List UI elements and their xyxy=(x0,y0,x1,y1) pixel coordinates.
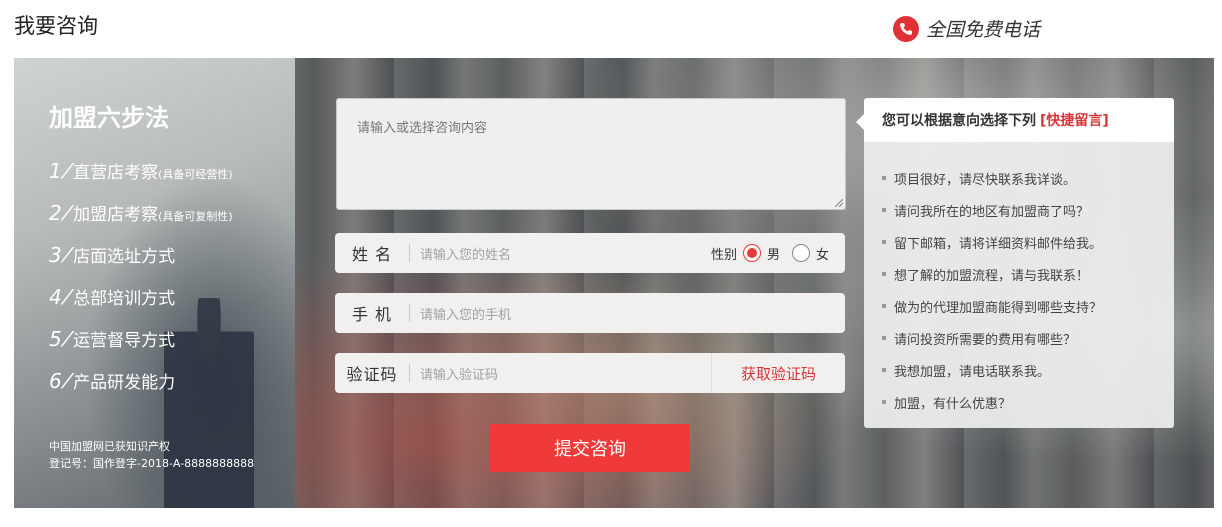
step-item: 2 ⁄ 加盟店考察 (具备可复制性) xyxy=(49,201,233,225)
quick-message-text: 留下邮箱，请将详细资料邮件给我。 xyxy=(894,236,1103,252)
quick-message-item[interactable]: 留下邮箱，请将详细资料邮件给我。 xyxy=(882,226,1174,258)
bullet-icon xyxy=(882,368,886,372)
step-number: 5 xyxy=(49,327,62,351)
quick-message-text: 加盟，有什么优惠？ xyxy=(894,396,1012,412)
step-item: 6 ⁄ 产品研发能力 xyxy=(49,369,176,393)
registration-number: 登记号：国作登字-2018-A-8888888888 xyxy=(49,457,255,470)
step-number: 1 xyxy=(49,159,62,183)
hotline-label: 全国免费电话 xyxy=(926,19,1041,41)
bullet-icon xyxy=(882,176,886,180)
step-note: (具备可复制性) xyxy=(158,210,233,223)
gender-male-radio[interactable] xyxy=(742,244,761,262)
copyright-notice: 中国加盟网已获知识产权 登记号：国作登字-2018-A-8888888888 xyxy=(49,438,254,472)
quick-message-item[interactable]: 想了解的加盟流程，请与我联系！ xyxy=(882,258,1174,290)
gender-female-label[interactable]: 女 xyxy=(816,244,829,263)
steps-panel: 加盟六步法 1 ⁄ 直营店考察 (具备可经营性) 2 ⁄ 加盟店考察 (具备可复制性… xyxy=(14,58,295,508)
captcha-label: 验证码 xyxy=(346,365,398,384)
gender-male-label[interactable]: 男 xyxy=(767,244,780,263)
quick-message-item[interactable]: 做为的代理加盟商能得到哪些支持？ xyxy=(882,290,1174,322)
resize-handle[interactable] xyxy=(835,199,843,207)
step-text: 店面选址方式 xyxy=(73,247,176,267)
quick-heading-text: 您可以根据意向选择下列 xyxy=(882,113,1036,129)
quick-message-text: 想了解的加盟流程，请与我联系！ xyxy=(894,268,1090,284)
step-item: 1 ⁄ 直营店考察 (具备可经营性) xyxy=(49,159,233,183)
pointer-arrow xyxy=(856,114,864,130)
steps-title: 加盟六步法 xyxy=(49,104,169,132)
bullet-icon xyxy=(882,208,886,212)
quick-message-item[interactable]: 我想加盟，请电话联系我。 xyxy=(882,354,1174,386)
bullet-icon xyxy=(882,400,886,404)
page-title: 我要咨询 xyxy=(14,14,98,38)
submit-button[interactable]: 提交咨询 xyxy=(490,424,690,472)
bullet-icon xyxy=(882,240,886,244)
step-text: 加盟店考察 xyxy=(73,205,159,225)
quick-message-heading: 您可以根据意向选择下列 [快捷留言] xyxy=(864,98,1174,142)
quick-message-item[interactable]: 请问我所在的地区有加盟商了吗？ xyxy=(882,194,1174,226)
quick-message-item[interactable]: 项目很好，请尽快联系我详谈。 xyxy=(882,162,1174,194)
step-text: 直营店考察 xyxy=(73,163,159,183)
step-number: 4 xyxy=(49,285,62,309)
step-number: 2 xyxy=(49,201,62,225)
quick-message-text: 我想加盟，请电话联系我。 xyxy=(894,364,1051,380)
name-label: 姓 名 xyxy=(351,245,393,264)
quick-message-link[interactable]: [快捷留言] xyxy=(1040,110,1109,130)
step-text: 总部培训方式 xyxy=(73,289,176,309)
step-number: 6 xyxy=(49,369,62,393)
consult-banner: 加盟六步法 1 ⁄ 直营店考察 (具备可经营性) 2 ⁄ 加盟店考察 (具备可复制性… xyxy=(14,58,1214,508)
name-field[interactable]: 姓 名 请输入您的姓名 性别 男 女 xyxy=(335,233,845,273)
quick-message-item[interactable]: 请问投资所需要的费用有哪些？ xyxy=(882,322,1174,354)
phone-input[interactable]: 请输入您的手机 xyxy=(410,304,845,323)
bullet-icon xyxy=(882,304,886,308)
gender-female-radio[interactable] xyxy=(791,244,810,262)
phone-label: 手 机 xyxy=(351,305,393,324)
quick-message-list: 项目很好，请尽快联系我详谈。 请问我所在的地区有加盟商了吗？ 留下邮箱，请将详细… xyxy=(864,142,1174,418)
step-text: 运营督导方式 xyxy=(73,331,176,351)
quick-message-text: 项目很好，请尽快联系我详谈。 xyxy=(894,172,1077,188)
businessman-figure xyxy=(164,298,254,508)
step-item: 5 ⁄ 运营督导方式 xyxy=(49,327,176,351)
captcha-input[interactable]: 请输入验证码 xyxy=(410,364,711,383)
phone-icon xyxy=(893,15,919,42)
bullet-icon xyxy=(882,336,886,340)
phone-field[interactable]: 手 机 请输入您的手机 xyxy=(335,293,845,333)
step-text: 产品研发能力 xyxy=(73,373,176,393)
quick-message-text: 做为的代理加盟商能得到哪些支持？ xyxy=(894,300,1103,316)
gender-label: 性别 xyxy=(710,247,737,263)
get-captcha-button[interactable]: 获取验证码 xyxy=(711,353,845,393)
step-item: 4 ⁄ 总部培训方式 xyxy=(49,285,176,309)
quick-message-text: 请问投资所需要的费用有哪些？ xyxy=(894,332,1077,348)
copyright-line: 中国加盟网已获知识产权 xyxy=(49,440,170,453)
gender-group: 性别 男 女 xyxy=(711,244,845,263)
consult-textarea[interactable]: 请输入或选择咨询内容 xyxy=(336,98,846,210)
quick-message-panel: 您可以根据意向选择下列 [快捷留言] 项目很好，请尽快联系我详谈。 请问我所在的… xyxy=(856,98,1174,428)
step-note: (具备可经营性) xyxy=(158,168,233,181)
hotline[interactable]: 全国免费电话 xyxy=(893,15,1040,42)
bullet-icon xyxy=(882,272,886,276)
quick-message-item[interactable]: 加盟，有什么优惠？ xyxy=(882,386,1174,418)
quick-message-text: 请问我所在的地区有加盟商了吗？ xyxy=(894,204,1090,220)
consult-placeholder: 请输入或选择咨询内容 xyxy=(357,121,488,136)
name-input[interactable]: 请输入您的姓名 xyxy=(410,244,711,263)
step-number: 3 xyxy=(49,243,62,267)
step-item: 3 ⁄ 店面选址方式 xyxy=(49,243,176,267)
captcha-field[interactable]: 验证码 请输入验证码 获取验证码 xyxy=(335,353,845,393)
